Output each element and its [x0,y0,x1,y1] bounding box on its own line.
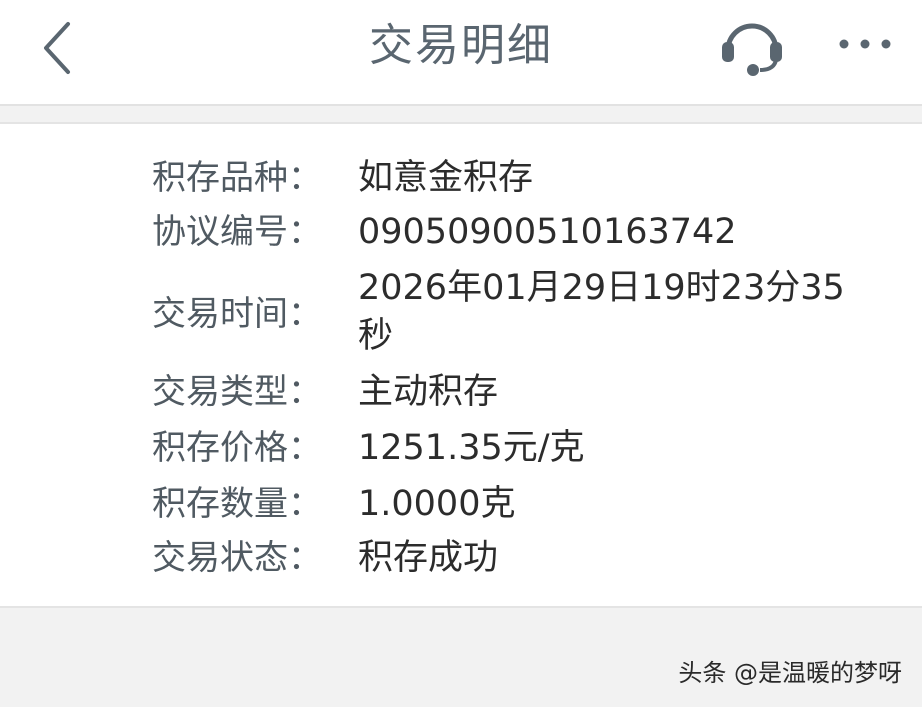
watermark-text: 头条 @是温暖的梦呀 [678,659,902,687]
transaction-detail-page: 交易明细 积存品种： 如意金积存 协议编号： 090 [0,0,922,707]
detail-label: 积存品种： [152,158,322,198]
more-dots-icon [839,39,891,49]
detail-label: 交易时间： [152,294,322,334]
detail-value: 如意金积存 [358,158,534,198]
detail-value: 主动积存 [358,372,499,412]
detail-value: 1251.35元/克 [358,428,585,468]
top-bar: 交易明细 [0,0,922,106]
detail-value: 2026年01月29日19时23分35秒 [358,268,845,356]
more-options-button[interactable] [832,22,898,66]
detail-label: 协议编号： [152,212,322,252]
detail-value: 积存成功 [358,538,499,578]
customer-service-button[interactable] [716,10,788,82]
detail-value: 1.0000克 [358,484,516,524]
headset-icon [722,23,782,76]
detail-card: 积存品种： 如意金积存 协议编号： 0905090051016374​2 交易时… [0,122,922,608]
detail-label: 积存价格： [152,428,322,468]
detail-label: 交易状态： [152,538,322,578]
detail-value: 0905090051016374​2 [358,212,737,252]
detail-label: 交易类型： [152,372,322,412]
detail-label: 积存数量： [152,484,322,524]
section-gap [0,106,922,122]
